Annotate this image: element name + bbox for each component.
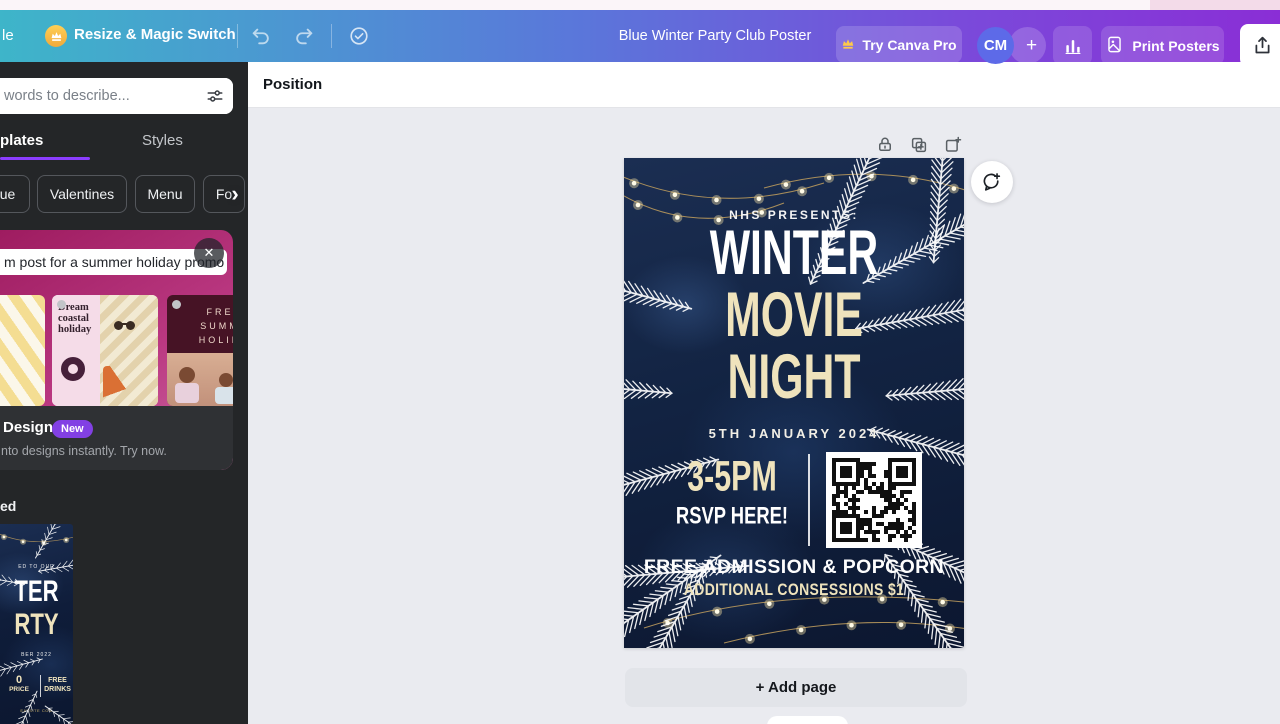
promo-thumbnail-beach[interactable] — [0, 295, 45, 406]
share-upload-icon — [1255, 36, 1270, 54]
poster-title-line[interactable]: MOVIE — [667, 281, 922, 349]
active-tab-underline — [0, 157, 90, 160]
add-page-icon[interactable] — [944, 136, 962, 154]
comment-icon — [983, 173, 1001, 191]
add-page-button[interactable]: + Add page — [625, 668, 967, 707]
new-badge: New — [52, 420, 93, 438]
top-bar: le Resize & Magic Switch Blue Winter Par… — [0, 10, 1280, 67]
promo-query-input[interactable]: m post for a summer holiday promo — [0, 249, 227, 275]
thumbnail-photo — [100, 295, 158, 406]
context-toolbar: Position — [248, 62, 1280, 108]
browser-top-strip-accent — [1150, 0, 1280, 10]
avatar[interactable]: CM — [977, 27, 1014, 64]
chip-valentines[interactable]: Valentines — [37, 175, 127, 213]
poster-date-text[interactable]: 5TH JANUARY 2024 — [624, 426, 964, 441]
thumb-title-line: RTY — [14, 607, 59, 641]
add-member-button[interactable]: + — [1009, 27, 1046, 64]
poster-admission-text[interactable]: FREE ADMISSION & POPCORN — [624, 556, 964, 579]
promo-thumbnail-coastal[interactable]: Dream coastal holiday — [52, 295, 158, 406]
search-input[interactable] — [0, 78, 233, 114]
analytics-button[interactable] — [1053, 26, 1092, 65]
magic-design-promo-card: m post for a summer holiday promo ✕ Drea… — [0, 230, 233, 470]
poster-title-line[interactable]: WINTER — [667, 219, 922, 287]
poster-rsvp-text[interactable]: RSVP HERE! — [658, 501, 805, 529]
chip-menu[interactable]: Menu — [135, 175, 195, 213]
print-posters-label: Print Posters — [1132, 37, 1220, 54]
poster-divider-line[interactable] — [808, 454, 810, 546]
poster-time-text[interactable]: 3-5PM — [658, 453, 805, 501]
tab-templates[interactable]: plates — [0, 132, 43, 149]
chip-blue[interactable]: lue — [0, 175, 30, 213]
thumbnail-dot — [172, 300, 181, 309]
add-comment-button[interactable] — [971, 161, 1013, 203]
poster-concessions-text[interactable]: ADDITIONAL CONSESSIONS $1 — [641, 582, 947, 601]
magic-design-label: Design — [3, 419, 54, 436]
print-poster-icon — [1105, 35, 1124, 57]
fan-graphic — [103, 366, 149, 406]
document-title[interactable]: Blue Winter Party Club Poster — [600, 28, 830, 44]
tab-styles[interactable]: Styles — [142, 132, 183, 149]
recent-template-thumbnail[interactable]: ED TO OUR TER RTY BER 2022 0 PRICE FREE … — [0, 524, 73, 724]
sidebar: plates Styles lue Valentines Menu Fo › m… — [0, 62, 248, 724]
bottom-controls-pill[interactable] — [767, 716, 848, 724]
position-button[interactable]: Position — [263, 76, 322, 93]
close-icon[interactable]: ✕ — [194, 238, 224, 268]
try-canva-pro-label: Try Canva Pro — [862, 36, 957, 53]
thumb-title-line: TER — [14, 574, 59, 608]
crown-icon — [841, 37, 855, 53]
try-canva-pro-button[interactable]: Try Canva Pro — [836, 26, 962, 63]
poster-title-line[interactable]: NIGHT — [667, 343, 922, 411]
print-posters-button[interactable]: Print Posters — [1101, 26, 1224, 65]
promo-footer: Design New nto designs instantly. Try no… — [0, 406, 233, 470]
thumb-price: 0 PRICE — [9, 674, 29, 693]
toolbar-divider — [237, 24, 238, 48]
cloud-save-status-icon — [348, 25, 370, 47]
analytics-icon — [1065, 39, 1080, 54]
recently-used-heading: ed — [0, 498, 17, 514]
thumb-site-text: EATSITE COM — [20, 708, 53, 713]
qr-code[interactable] — [826, 452, 922, 548]
browser-top-strip — [0, 0, 1280, 10]
thumb-date-text: BER 2022 — [21, 652, 52, 658]
thumb-invite-text: ED TO OUR — [18, 564, 55, 570]
lock-icon[interactable] — [876, 136, 894, 154]
thumbnail-dot — [57, 300, 66, 309]
share-button[interactable] — [1240, 24, 1280, 67]
brush-ring-graphic — [61, 357, 85, 381]
file-menu[interactable]: le — [2, 27, 14, 44]
thumbnail-panel: Dream coastal holiday — [52, 295, 100, 406]
toolbar-divider — [331, 24, 332, 48]
search-box — [0, 78, 233, 114]
sunglasses-graphic — [114, 321, 127, 330]
thumbnail-text: FRE SUMM HOLID — [198, 307, 233, 345]
editor-canvas: Position NHS PRESENTS: WINTER MOVIE NIGH… — [248, 62, 1280, 724]
poster-page[interactable]: NHS PRESENTS: WINTER MOVIE NIGHT 5TH JAN… — [624, 158, 964, 648]
duplicate-page-icon[interactable] — [910, 136, 928, 154]
redo-icon[interactable] — [293, 25, 315, 47]
undo-icon[interactable] — [250, 25, 272, 47]
promo-thumbnail-summer[interactable]: FRE SUMM HOLID — [167, 295, 233, 406]
filter-icon[interactable] — [206, 87, 224, 110]
resize-magic-switch-button[interactable]: Resize & Magic Switch — [74, 26, 236, 43]
chevron-right-icon[interactable]: › — [222, 180, 248, 208]
promo-tagline: nto designs instantly. Try now. — [1, 444, 167, 458]
thumbnail-photo — [167, 353, 233, 406]
thumb-divider — [40, 675, 41, 697]
crown-icon — [45, 25, 67, 47]
thumb-free-drinks: FREE DRINKS — [44, 677, 71, 693]
